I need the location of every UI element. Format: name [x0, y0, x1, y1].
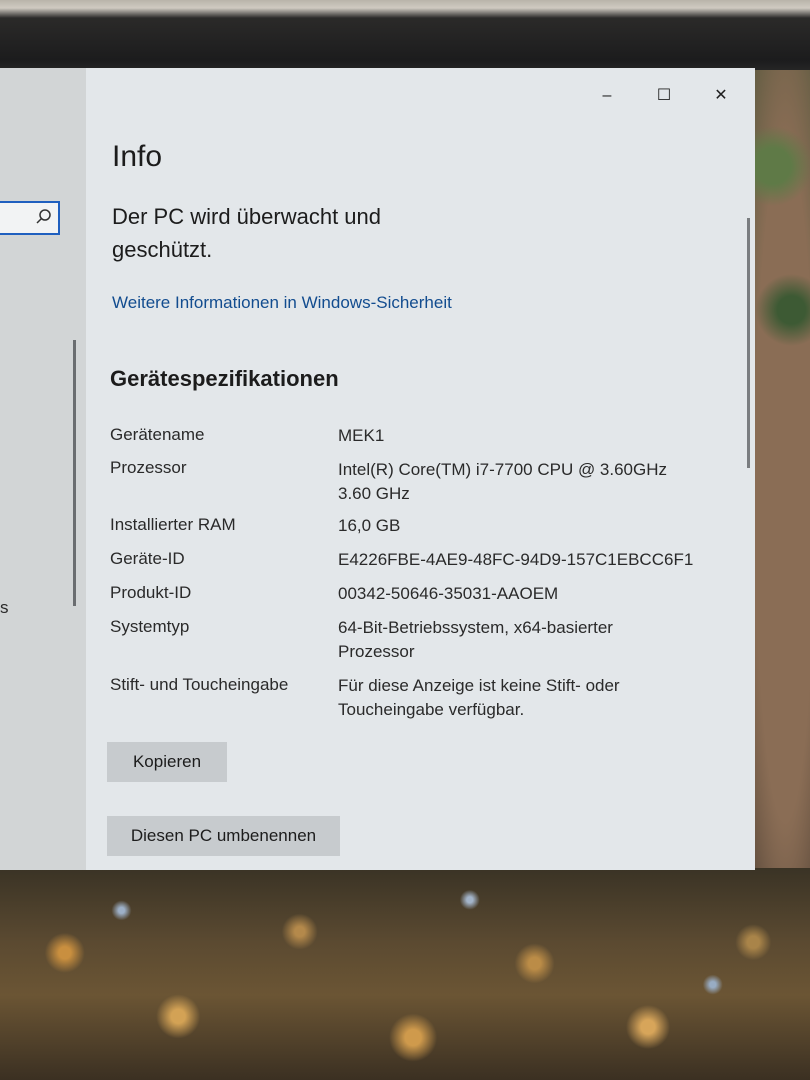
desktop-wallpaper-bottom [0, 868, 810, 1080]
spec-value-system-type: 64-Bit-Betriebssystem, x64-basierter Pro… [338, 618, 613, 661]
spec-label-processor: Prozessor [110, 458, 187, 477]
maximize-button[interactable]: ☐ [653, 86, 675, 106]
spec-value-device-id: E4226FBE-4AE9-48FC-94D9-157C1EBCC6F1 [338, 550, 694, 569]
spec-label-pen-touch: Stift- und Toucheingabe [110, 675, 289, 694]
spec-label-device-id: Geräte-ID [110, 549, 185, 568]
spec-value-pen-touch: Für diese Anzeige ist keine Stift- oder … [338, 676, 620, 719]
copy-button[interactable]: Kopieren [107, 742, 227, 782]
spec-value-product-id: 00342-50646-35031-AAOEM [338, 584, 559, 603]
close-button[interactable]: ✕ [710, 86, 732, 106]
device-specs-heading: Gerätespezifikationen [110, 366, 339, 391]
rename-pc-button[interactable]: Diesen PC umbenennen [107, 816, 340, 856]
sidebar-scrollbar[interactable] [73, 340, 76, 606]
spec-value-installed-ram: 16,0 GB [338, 516, 401, 535]
spec-label-device-name: Gerätename [110, 425, 205, 444]
settings-sidebar: s [0, 68, 86, 870]
spec-label-product-id: Produkt-ID [110, 583, 192, 602]
content-scrollbar[interactable] [747, 218, 750, 468]
settings-window: s – ☐ ✕ Info Der PC wird überwacht und g… [0, 68, 755, 870]
page-title: Info [112, 140, 163, 173]
spec-value-device-name: MEK1 [338, 426, 385, 445]
search-input[interactable] [0, 201, 60, 235]
desktop-wallpaper-right [748, 70, 810, 870]
spec-value-processor: Intel(R) Core(TM) i7-7700 CPU @ 3.60GHz … [338, 460, 668, 503]
search-icon[interactable] [34, 208, 52, 226]
protection-status: Der PC wird überwacht und geschützt. [112, 204, 382, 262]
sidebar-item-label: s [0, 598, 9, 617]
spec-label-system-type: Systemtyp [110, 617, 190, 636]
monitor-bezel [0, 0, 810, 70]
windows-security-link[interactable]: Weitere Informationen in Windows-Sicherh… [112, 293, 452, 313]
minimize-button[interactable]: – [596, 86, 618, 106]
spec-label-installed-ram: Installierter RAM [110, 515, 236, 534]
